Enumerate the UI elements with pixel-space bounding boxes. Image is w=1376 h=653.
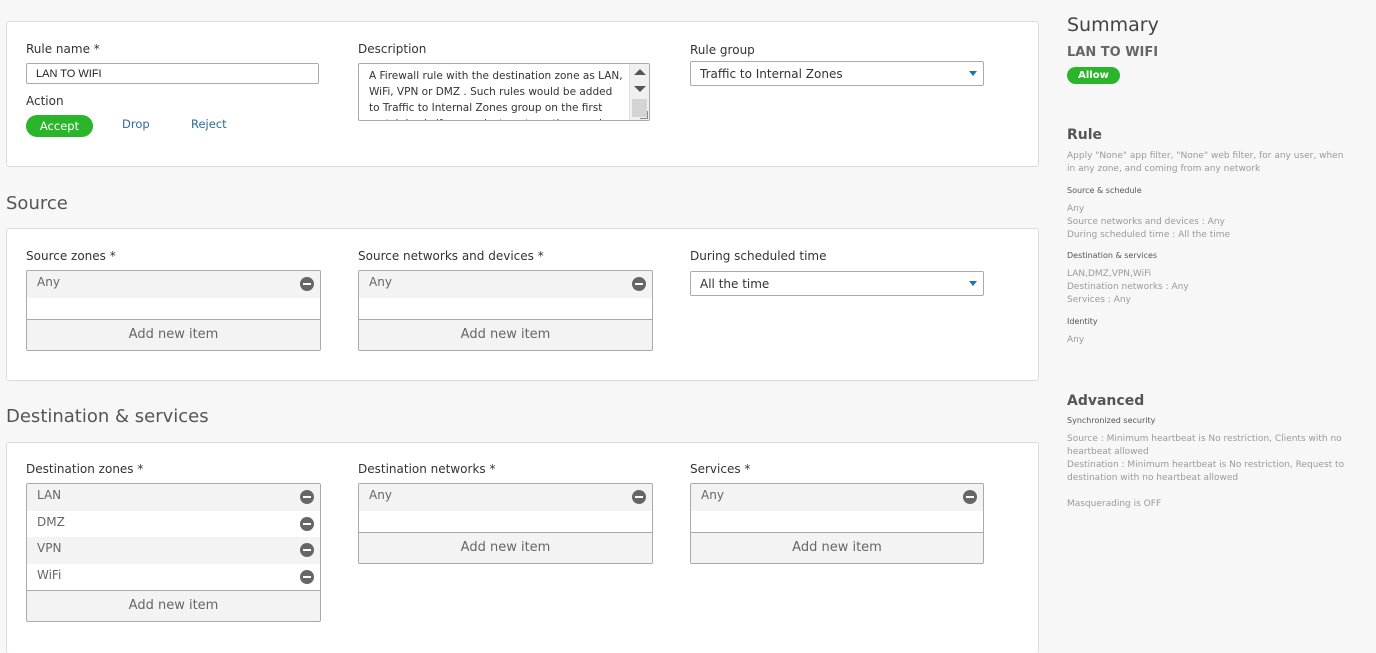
remove-icon[interactable] (300, 277, 314, 291)
summary-title: Summary (1067, 14, 1159, 36)
list-item: WiFi (27, 564, 320, 591)
add-new-item-button[interactable]: Add new item (27, 590, 320, 621)
status-badge: Allow (1067, 67, 1120, 84)
list-item-label: Any (369, 275, 392, 289)
summary-rule-name: LAN TO WIFI (1067, 45, 1159, 60)
summary-line: Destination networks : Any (1067, 282, 1189, 292)
remove-icon[interactable] (300, 516, 314, 531)
list-item: VPN (27, 537, 320, 564)
list-item-label: Any (369, 488, 392, 502)
destination-networks-list: Any Add new item (358, 483, 653, 564)
list-item-label: VPN (37, 541, 62, 555)
remove-icon[interactable] (300, 543, 314, 557)
remove-icon[interactable] (632, 277, 646, 291)
source-section-title: Source (6, 193, 68, 214)
summary-line: LAN,DMZ,VPN,WiFi (1067, 269, 1152, 279)
list-item: Any (359, 271, 652, 298)
destination-networks-label: Destination networks * (358, 462, 496, 476)
rule-name-label: Rule name * (26, 42, 100, 56)
remove-icon[interactable] (632, 490, 646, 504)
schedule-select[interactable]: All the time (690, 271, 984, 296)
description-text: A Firewall rule with the destination zon… (369, 70, 623, 120)
rule-group-value: Traffic to Internal Zones (700, 67, 843, 81)
remove-icon[interactable] (300, 569, 314, 584)
list-item-label: Any (701, 488, 724, 502)
chevron-down-icon (969, 281, 977, 286)
source-zones-list: Any Add new item (26, 270, 321, 351)
summary-dest-services-heading: Destination & services (1067, 251, 1158, 260)
add-new-item-button[interactable]: Add new item (27, 319, 320, 350)
source-zones-label: Source zones * (26, 249, 116, 263)
summary-line: Source networks and devices : Any (1067, 217, 1225, 227)
summary-sync-source: Source : Minimum heartbeat is No restric… (1067, 434, 1342, 457)
summary-sync-heading: Synchronized security (1067, 416, 1156, 425)
schedule-value: All the time (700, 277, 770, 291)
list-item-label: Any (37, 275, 60, 289)
summary-rule-description: Apply "None" app filter, "None" web filt… (1067, 151, 1344, 174)
list-item-label: WiFi (37, 567, 62, 582)
services-list: Any Add new item (690, 483, 984, 564)
remove-icon[interactable] (300, 490, 314, 504)
drop-button[interactable]: Drop (122, 117, 150, 131)
source-networks-label: Source networks and devices * (358, 249, 544, 263)
list-item: Any (691, 484, 983, 511)
action-label: Action (26, 94, 64, 108)
list-item: DMZ (27, 511, 320, 538)
rule-group-select[interactable]: Traffic to Internal Zones (690, 61, 984, 86)
summary-identity-heading: Identity (1067, 317, 1098, 326)
scroll-down-arrow-icon[interactable] (634, 86, 646, 92)
destination-zones-label: Destination zones * (26, 462, 144, 476)
list-item: LAN (27, 484, 320, 511)
summary-identity-text: Any (1067, 335, 1085, 345)
add-new-item-button[interactable]: Add new item (691, 532, 983, 563)
add-new-item-button[interactable]: Add new item (359, 319, 652, 350)
source-networks-list: Any Add new item (358, 270, 653, 351)
schedule-label: During scheduled time (690, 249, 827, 263)
list-item-label: DMZ (37, 514, 65, 529)
summary-sync-destination: Destination : Minimum heartbeat is No re… (1067, 460, 1345, 483)
list-item-label: LAN (37, 488, 62, 502)
destination-section-title: Destination & services (6, 406, 209, 427)
summary-line: Services : Any (1067, 295, 1131, 305)
rule-group-label: Rule group (690, 43, 755, 57)
remove-icon[interactable] (963, 490, 977, 504)
add-new-item-button[interactable]: Add new item (359, 532, 652, 563)
summary-line: Any (1067, 204, 1085, 214)
resize-handle-icon[interactable] (640, 111, 648, 119)
summary-dest-services-text: LAN,DMZ,VPN,WiFi Destination networks : … (1067, 268, 1347, 307)
summary-source-schedule-heading: Source & schedule (1067, 186, 1142, 195)
scroll-up-arrow-icon[interactable] (634, 69, 646, 75)
destination-zones-list: LAN DMZ VPN WiFi Add new item (26, 483, 321, 622)
list-item: Any (359, 484, 652, 511)
summary-source-schedule-text: Any Source networks and devices : Any Du… (1067, 203, 1347, 242)
summary-rule-heading: Rule (1067, 127, 1103, 143)
chevron-down-icon (969, 71, 977, 76)
list-item: Any (27, 271, 320, 298)
services-label: Services * (690, 462, 751, 476)
summary-line: During scheduled time : All the time (1067, 230, 1231, 240)
summary-advanced-heading: Advanced (1067, 393, 1145, 409)
accept-button[interactable]: Accept (26, 115, 93, 137)
description-textarea[interactable]: A Firewall rule with the destination zon… (358, 63, 650, 121)
summary-masquerading: Masquerading is OFF (1067, 499, 1162, 509)
description-label: Description (358, 42, 427, 56)
rule-name-input[interactable] (26, 63, 319, 84)
reject-button[interactable]: Reject (191, 117, 227, 131)
